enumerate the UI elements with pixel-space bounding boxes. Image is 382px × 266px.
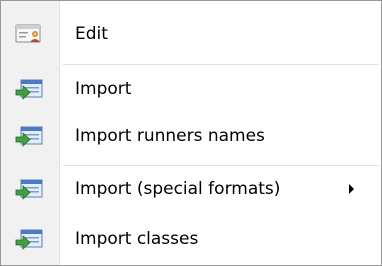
- edit-card-icon: [15, 22, 43, 46]
- menu-item-import-classes[interactable]: Import classes: [1, 217, 381, 261]
- menu-item-label: Import (special formats): [75, 179, 281, 199]
- menu-separator: [63, 165, 379, 167]
- menu-item-label: Edit: [75, 24, 108, 44]
- import-icon: [15, 177, 43, 201]
- import-icon: [15, 77, 43, 101]
- menu-item-import[interactable]: Import: [1, 67, 381, 111]
- menu-item-import-runners-names[interactable]: Import runners names: [1, 114, 381, 158]
- submenu-arrow-icon: [349, 184, 354, 194]
- context-menu: Edit Import Import runners names Import …: [0, 0, 382, 266]
- menu-item-label: Import: [75, 79, 132, 99]
- import-icon: [15, 124, 43, 148]
- menu-item-label: Import runners names: [75, 126, 265, 146]
- import-icon: [15, 227, 43, 251]
- menu-item-import-special-formats[interactable]: Import (special formats): [1, 167, 381, 211]
- menu-item-edit[interactable]: Edit: [1, 12, 381, 56]
- menu-separator: [63, 64, 379, 66]
- menu-item-label: Import classes: [75, 229, 199, 249]
